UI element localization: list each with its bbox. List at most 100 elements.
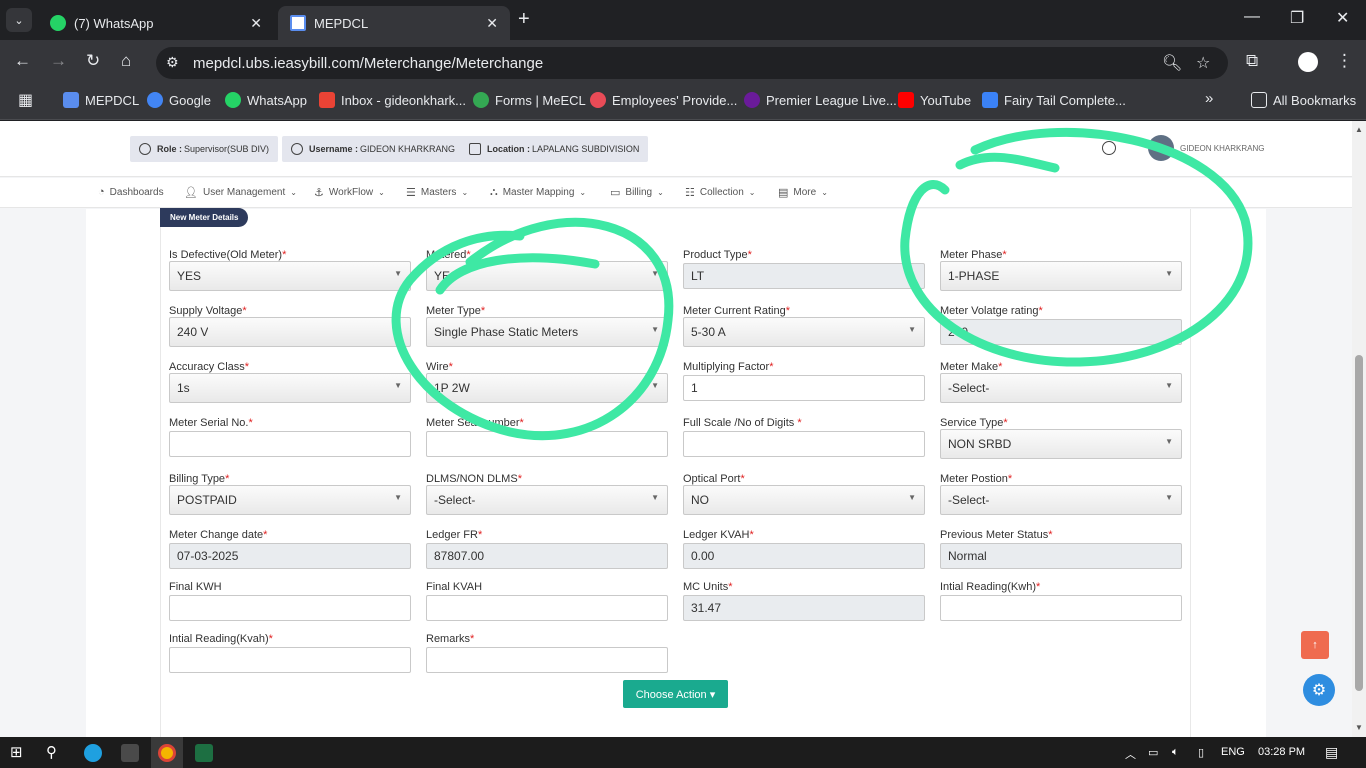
- remarks-input[interactable]: [426, 647, 668, 673]
- menu-workflow[interactable]: ⚓︎ WorkFlow ⌄: [314, 186, 385, 199]
- tab-search-button[interactable]: ⌄: [6, 8, 32, 32]
- intial-reading-kwh-input[interactable]: [940, 595, 1182, 621]
- notifications-icon[interactable]: ▤: [1325, 744, 1338, 761]
- extensions-icon[interactable]: ⧉: [1246, 51, 1258, 71]
- scroll-up-arrow[interactable]: ▲: [1355, 125, 1363, 134]
- clock-time[interactable]: 03:28 PM: [1258, 746, 1305, 758]
- calculator-icon[interactable]: [121, 744, 139, 762]
- page-scrollbar[interactable]: ▲ ▼: [1352, 121, 1366, 737]
- tab-whatsapp[interactable]: (7) WhatsApp ✕: [38, 6, 274, 40]
- label-text: Meter Volatge rating: [940, 305, 1039, 317]
- search-icon[interactable]: ⚲: [46, 743, 57, 761]
- bookmark-mepdcl[interactable]: MEPDCL: [63, 92, 139, 108]
- scrollbar-thumb[interactable]: [1355, 355, 1363, 691]
- excel-icon[interactable]: [195, 744, 213, 762]
- zoom-icon[interactable]: 🔍︎: [1162, 53, 1182, 73]
- bookmark-whatsapp[interactable]: WhatsApp: [225, 92, 307, 108]
- all-bookmarks[interactable]: All Bookmarks: [1251, 92, 1356, 108]
- meter-phase-select[interactable]: 1-PHASE ▼: [940, 261, 1182, 291]
- windows-start-icon[interactable]: ⊞: [10, 743, 23, 761]
- meter-current-rating-select[interactable]: 5-30 A ▼: [683, 317, 925, 347]
- url-text: mepdcl.ubs.ieasybill.com/Meterchange/Met…: [193, 55, 544, 72]
- bookmark-fairy-tail[interactable]: Fairy Tail Complete...: [982, 92, 1126, 108]
- bookmark-premier-league[interactable]: Premier League Live...: [744, 92, 897, 108]
- address-bar[interactable]: ⚙ mepdcl.ubs.ieasybill.com/Meterchange/M…: [156, 47, 1228, 79]
- dlms-non-dlms-select[interactable]: -Select- ▼: [426, 485, 668, 515]
- scroll-down-arrow[interactable]: ▼: [1355, 723, 1363, 732]
- chrome-icon[interactable]: [158, 744, 176, 762]
- bookmark-label: Fairy Tail Complete...: [1004, 92, 1126, 108]
- user-display-name[interactable]: GIDEON KHARKRANG: [1180, 144, 1264, 153]
- meter-serial-no-input[interactable]: [169, 431, 411, 457]
- required-asterisk: *: [1002, 249, 1007, 261]
- close-icon[interactable]: ✕: [486, 15, 498, 32]
- menu-master-mapping[interactable]: ⛬ Master Mapping ⌄: [490, 186, 586, 199]
- new-tab-button[interactable]: +: [518, 8, 530, 31]
- menu-masters[interactable]: ☰ Masters ⌄: [406, 186, 468, 199]
- final-kwh-input[interactable]: [169, 595, 411, 621]
- network-icon[interactable]: ▭: [1148, 746, 1158, 759]
- home-icon[interactable]: ⌂: [121, 51, 131, 71]
- label-text: Multiplying Factor: [683, 361, 770, 373]
- more-icon: ▤: [778, 187, 789, 199]
- meter-make-select[interactable]: -Select- ▼: [940, 373, 1182, 403]
- dropdown-arrow-icon: ▼: [651, 325, 659, 334]
- tab-mepdcl[interactable]: MEPDCL ✕: [278, 6, 510, 40]
- tray-chevron-icon[interactable]: ︿: [1125, 746, 1136, 762]
- profile-avatar[interactable]: [1298, 52, 1318, 72]
- language-indicator[interactable]: ENG: [1221, 746, 1245, 758]
- back-icon[interactable]: ←: [14, 51, 31, 71]
- window-close-icon[interactable]: ✕: [1336, 8, 1349, 28]
- menu-user-management[interactable]: 👤︎ User Management ⌄: [184, 186, 297, 199]
- forward-icon[interactable]: →: [50, 51, 67, 71]
- billing-type-select[interactable]: POSTPAID ▼: [169, 485, 411, 515]
- menu-more[interactable]: ▤ More ⌄: [778, 186, 828, 199]
- minimize-icon[interactable]: —: [1244, 8, 1260, 26]
- reload-icon[interactable]: ↻: [86, 51, 100, 71]
- is-defective-old-meter-select[interactable]: YES ▼: [169, 261, 411, 291]
- accuracy-class-select[interactable]: 1s ▼: [169, 373, 411, 403]
- apps-icon[interactable]: ▦: [18, 90, 33, 110]
- wire-select[interactable]: 1P 2W ▼: [426, 373, 668, 403]
- meter-make-label: Meter Make*: [940, 361, 1002, 373]
- bookmark-youtube[interactable]: YouTube: [898, 92, 971, 108]
- meter-seal-number-input[interactable]: [426, 431, 668, 457]
- final-kvah-input[interactable]: [426, 595, 668, 621]
- restore-icon[interactable]: ❐: [1290, 8, 1304, 28]
- bookmark-google[interactable]: Google: [147, 92, 211, 108]
- chevron-down-icon: ⌄: [290, 188, 297, 197]
- menu-billing[interactable]: ▭ Billing ⌄: [610, 186, 664, 199]
- full-scale-no-of-digits-input[interactable]: [683, 431, 925, 457]
- meter-type-select[interactable]: Single Phase Static Meters ▼: [426, 317, 668, 347]
- bookmark-forms[interactable]: Forms | MeECL: [473, 92, 586, 108]
- intial-reading-kvah-input[interactable]: [169, 647, 411, 673]
- metered-select[interactable]: YES ▼: [426, 261, 668, 291]
- volume-icon[interactable]: 🔈︎: [1172, 746, 1179, 759]
- meter-postion-select[interactable]: -Select- ▼: [940, 485, 1182, 515]
- dashboard-icon: ◔: [98, 186, 105, 198]
- avatar[interactable]: [1148, 135, 1174, 161]
- clock-icon[interactable]: [1102, 141, 1116, 155]
- label-text: Ledger KVAH: [683, 529, 750, 541]
- bookmark-gmail[interactable]: Inbox - gideonkhark...: [319, 92, 466, 108]
- supply-voltage-select[interactable]: 240 V ▼: [169, 317, 411, 347]
- service-type-select[interactable]: NON SRBD ▼: [940, 429, 1182, 459]
- site-info-icon[interactable]: ⚙: [166, 54, 179, 71]
- more-bookmarks-icon[interactable]: »: [1205, 90, 1213, 107]
- battery-icon[interactable]: ▯: [1198, 746, 1204, 759]
- ledger-fr-input: 87807.00: [426, 543, 668, 569]
- menu-dashboards[interactable]: ◔ Dashboards: [98, 186, 164, 198]
- bookmark-star-icon[interactable]: ☆: [1196, 53, 1210, 73]
- settings-gear-icon[interactable]: ⚙: [1303, 674, 1335, 706]
- edge-icon[interactable]: [84, 744, 102, 762]
- close-icon[interactable]: ✕: [250, 15, 262, 32]
- mapping-icon: ⛬: [490, 186, 498, 198]
- choose-action-button[interactable]: Choose Action ▾: [623, 680, 728, 708]
- required-asterisk: *: [448, 361, 453, 373]
- multiplying-factor-input[interactable]: 1: [683, 375, 925, 401]
- scroll-top-button[interactable]: ↑: [1301, 631, 1329, 659]
- menu-collection[interactable]: ☷ Collection ⌄: [685, 186, 756, 199]
- browser-menu-icon[interactable]: ⋮: [1336, 51, 1353, 71]
- optical-port-select[interactable]: NO ▼: [683, 485, 925, 515]
- bookmark-epf[interactable]: Employees' Provide...: [590, 92, 737, 108]
